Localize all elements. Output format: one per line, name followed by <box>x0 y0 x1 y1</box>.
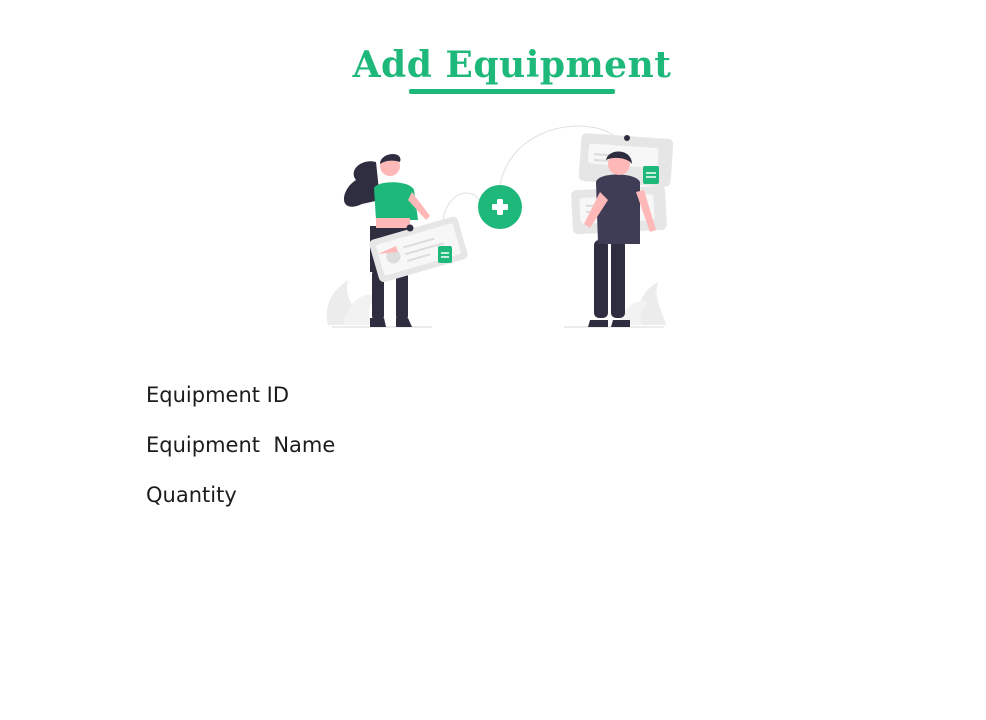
equipment-id-label: Equipment ID <box>146 383 290 407</box>
equipment-name-label: Equipment Name <box>146 433 336 457</box>
add-equipment-page: Add Equipment Equipment ID Equipment Nam… <box>0 0 986 720</box>
connector-arc-left <box>442 192 481 221</box>
card-top-right-badge <box>643 166 659 184</box>
card-held-left-badge <box>438 246 452 263</box>
add-item-illustration <box>326 125 674 328</box>
page-title: Add Equipment <box>352 44 672 86</box>
quantity-label: Quantity <box>146 483 237 507</box>
title-underline <box>409 89 615 94</box>
